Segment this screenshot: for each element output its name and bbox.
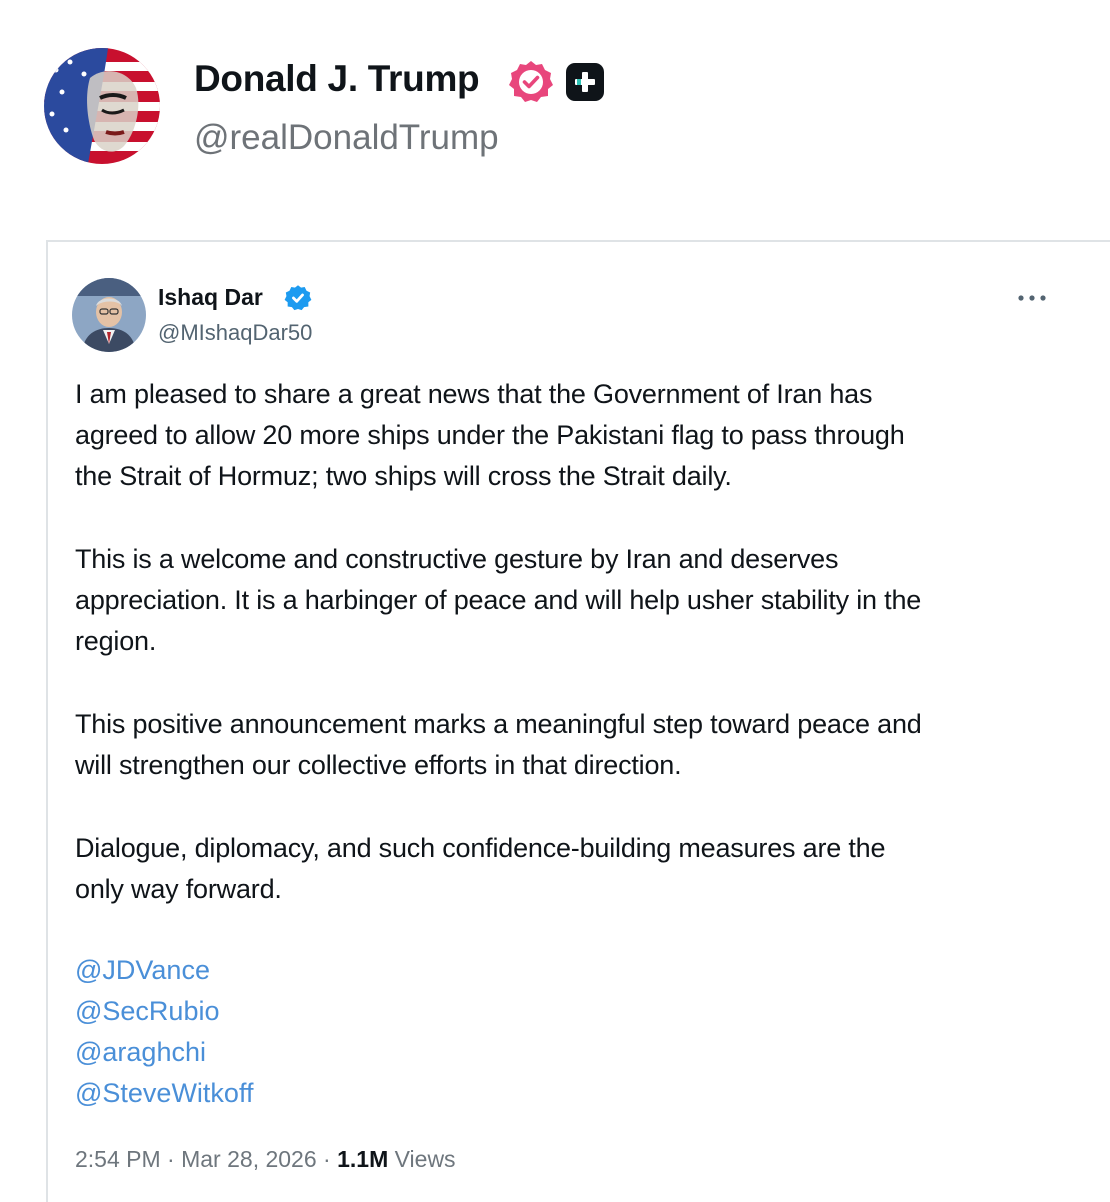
mention-link[interactable]: @JDVance [75, 955, 210, 986]
meta-separator: · [167, 1146, 175, 1172]
author-handle[interactable]: @realDonaldTrump [194, 118, 499, 158]
plus-badge-icon [566, 63, 604, 101]
tweet-paragraph: I am pleased to share a great news that … [75, 379, 905, 491]
tweet-paragraph: This positive announcement marks a meani… [75, 709, 922, 780]
quote-author-name[interactable]: Ishaq Dar [158, 284, 263, 311]
tweet-paragraph: This is a welcome and constructive gestu… [75, 544, 922, 656]
views-count: 1.1M [337, 1146, 389, 1172]
author-name[interactable]: Donald J. Trump [194, 58, 480, 100]
post-date[interactable]: Mar 28, 2026 [181, 1146, 317, 1172]
tweet-paragraph: Dialogue, diplomacy, and such confidence… [75, 833, 886, 904]
post-meta: 2:54 PM · Mar 28, 2026 · 1.1M Views [75, 1146, 456, 1173]
quote-author-handle[interactable]: @MIshaqDar50 [158, 320, 312, 346]
quote-verified-badge-icon [284, 284, 312, 312]
mention-link[interactable]: @SteveWitkoff [75, 1078, 253, 1109]
more-options-icon[interactable] [1014, 282, 1050, 314]
mention-link[interactable]: @araghchi [75, 1037, 206, 1068]
author-avatar[interactable] [44, 48, 160, 164]
post-time[interactable]: 2:54 PM [75, 1146, 161, 1172]
views-label: Views [394, 1146, 456, 1172]
mention-link[interactable]: @SecRubio [75, 996, 219, 1027]
verified-badge-icon [508, 59, 554, 105]
meta-separator: · [323, 1146, 331, 1172]
quote-author-avatar[interactable] [72, 278, 146, 352]
